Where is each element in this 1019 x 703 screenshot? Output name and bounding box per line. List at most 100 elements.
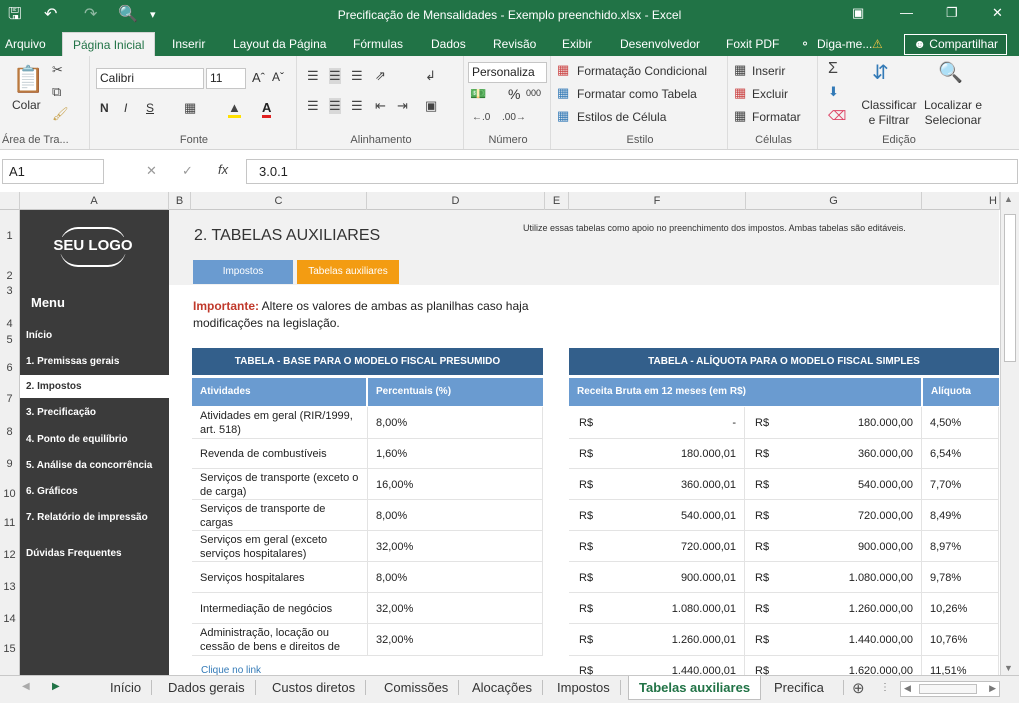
italic-button[interactable]: I — [124, 101, 127, 115]
cell-styles-button[interactable]: Estilos de Célula — [577, 110, 666, 124]
sheet-tab-alocacoes[interactable]: Alocações — [462, 680, 543, 695]
underline-button[interactable]: S — [146, 101, 154, 115]
horizontal-scrollbar[interactable]: ◀ ▶ — [900, 681, 1000, 697]
prev-sheet-icon[interactable]: ◀ — [22, 681, 30, 692]
align-center-icon[interactable]: ☰ — [329, 98, 341, 114]
align-right-icon[interactable]: ☰ — [351, 98, 363, 114]
align-top-icon[interactable]: ☰ — [307, 68, 319, 84]
tab-exibir[interactable]: Exibir — [562, 37, 592, 51]
col-header-a[interactable]: A — [20, 192, 169, 210]
increase-indent-icon[interactable]: ⇥ — [397, 98, 408, 114]
formula-input[interactable]: 3.0.1 — [246, 159, 1018, 184]
row-header[interactable]: 3 — [0, 285, 19, 297]
col-header-b[interactable]: B — [169, 192, 191, 210]
percent-icon[interactable]: % — [508, 86, 520, 102]
add-sheet-icon[interactable]: ⊕ — [852, 679, 865, 697]
minimize-icon[interactable]: — — [900, 5, 913, 20]
close-icon[interactable]: ✕ — [992, 5, 1003, 21]
menu-item-concorrencia[interactable]: 5. Análise da concorrência — [26, 460, 152, 471]
decrease-decimal-icon[interactable]: .00→ — [502, 112, 526, 123]
scroll-right-icon[interactable]: ▶ — [989, 683, 996, 694]
accounting-icon[interactable]: 💵 — [470, 86, 486, 102]
sort-filter-icon[interactable]: ⇵ — [872, 60, 889, 85]
link-text[interactable]: Clique no link — [201, 665, 261, 675]
row-header[interactable]: 10 — [0, 488, 19, 500]
font-color-icon[interactable]: A — [262, 100, 272, 118]
sheet-tab-impostos[interactable]: Impostos — [547, 680, 621, 695]
scroll-left-icon[interactable]: ◀ — [904, 683, 911, 694]
tab-inserir[interactable]: Inserir — [172, 37, 205, 51]
row-header[interactable]: 15 — [0, 643, 19, 655]
align-left-icon[interactable]: ☰ — [307, 98, 319, 114]
next-sheet-icon[interactable]: ▶ — [52, 681, 60, 692]
wrap-text-icon[interactable]: ↲ — [425, 68, 436, 84]
sheet-tab-precificacao[interactable]: Precifica — [764, 680, 844, 695]
warning-icon[interactable]: ⚠ — [872, 37, 883, 51]
scroll-down-icon[interactable]: ▼ — [1004, 663, 1013, 673]
row-header[interactable]: 11 — [0, 517, 19, 529]
tab-arquivo[interactable]: Arquivo — [5, 37, 46, 51]
name-box[interactable]: A1 — [2, 159, 104, 184]
increase-decimal-icon[interactable]: ←.0 — [472, 112, 490, 123]
tab-dados[interactable]: Dados — [431, 37, 466, 51]
tab-desenvolvedor[interactable]: Desenvolvedor — [620, 37, 700, 51]
format-painter-icon[interactable]: 🖌 — [52, 106, 69, 122]
fill-icon[interactable]: ⬇ — [828, 84, 839, 100]
sheet-tab-comissoes[interactable]: Comissões — [374, 680, 460, 695]
col-header-h[interactable]: H — [922, 192, 1000, 210]
cut-icon[interactable]: ✂ — [52, 62, 63, 78]
sheet-tab-dados-gerais[interactable]: Dados gerais — [158, 680, 256, 695]
decrease-indent-icon[interactable]: ⇤ — [375, 98, 386, 114]
cancel-entry-icon[interactable]: ✕ — [146, 163, 157, 179]
clear-icon[interactable]: ⌫ — [828, 108, 846, 124]
col-header-f[interactable]: F — [569, 192, 746, 210]
font-name-select[interactable]: Calibri — [96, 68, 204, 89]
grow-font-icon[interactable]: Aˆ — [252, 70, 265, 85]
row-header[interactable]: 14 — [0, 613, 19, 625]
scroll-thumb[interactable] — [1004, 214, 1016, 362]
row-header[interactable]: 2 — [0, 270, 19, 282]
confirm-entry-icon[interactable]: ✓ — [182, 163, 193, 179]
conditional-format-button[interactable]: Formatação Condicional — [577, 64, 707, 78]
row-header[interactable]: 1 — [0, 230, 19, 242]
row-header[interactable]: 8 — [0, 426, 19, 438]
delete-button[interactable]: Excluir — [752, 87, 788, 101]
autosum-icon[interactable]: Σ — [828, 60, 838, 78]
col-header-e[interactable]: E — [545, 192, 569, 210]
row-header[interactable]: 5 — [0, 334, 19, 346]
paste-icon[interactable]: 📋 — [12, 64, 44, 95]
borders-icon[interactable]: ▦ — [184, 100, 196, 116]
sheet-tab-inicio[interactable]: Início — [100, 680, 153, 695]
row-header[interactable]: 4 — [0, 318, 19, 330]
orientation-icon[interactable]: ⇗ — [375, 68, 386, 84]
format-button[interactable]: Formatar — [752, 110, 801, 124]
row-header[interactable]: 6 — [0, 362, 19, 374]
menu-item-precificacao[interactable]: 3. Precificação — [26, 407, 96, 418]
menu-item-inicio[interactable]: Início — [26, 330, 52, 341]
row-header[interactable]: 12 — [0, 549, 19, 561]
vertical-scrollbar[interactable]: ▲ ▼ — [1000, 192, 1019, 675]
align-middle-icon[interactable]: ☰ — [329, 68, 341, 84]
find-select-button[interactable]: Localizar e Selecionar — [921, 98, 985, 128]
sheet-tab-custos[interactable]: Custos diretos — [262, 680, 367, 695]
tab-tabelas-auxiliares[interactable]: Tabelas auxiliares — [297, 260, 399, 284]
row-header[interactable]: 9 — [0, 458, 19, 470]
row-header[interactable]: 7 — [0, 393, 19, 405]
copy-icon[interactable]: ⧉ — [52, 84, 61, 100]
menu-item-impostos[interactable]: 2. Impostos — [26, 381, 82, 392]
find-icon[interactable]: 🔍 — [938, 60, 963, 85]
maximize-icon[interactable]: ❐ — [946, 5, 958, 21]
split-handle-icon[interactable]: ⋮ — [880, 682, 890, 693]
number-format-select[interactable]: Personaliza — [468, 62, 547, 83]
share-button[interactable]: ☻ Compartilhar — [904, 34, 1007, 55]
tab-pagina-inicial[interactable]: Página Inicial — [62, 32, 156, 56]
shrink-font-icon[interactable]: Aˇ — [272, 70, 284, 84]
merge-center-icon[interactable]: ▣ — [425, 98, 437, 114]
bold-button[interactable]: N — [100, 101, 109, 115]
paste-button[interactable]: Colar — [12, 98, 41, 112]
sort-filter-button[interactable]: Classificar e Filtrar — [861, 98, 917, 128]
menu-item-premissas[interactable]: 1. Premissas gerais — [26, 356, 119, 367]
scroll-up-icon[interactable]: ▲ — [1004, 194, 1013, 204]
format-table-button[interactable]: Formatar como Tabela — [577, 87, 697, 101]
insert-button[interactable]: Inserir — [752, 64, 785, 78]
